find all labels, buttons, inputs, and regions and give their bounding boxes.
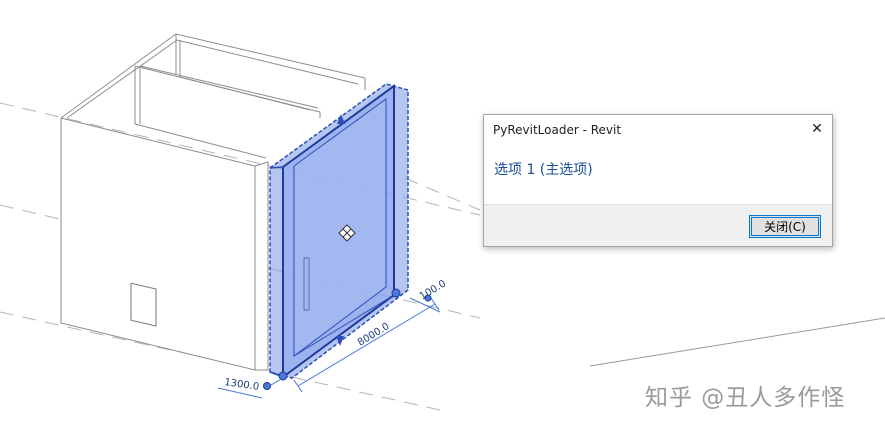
close-icon[interactable]: ✕ [806,118,828,140]
task-dialog: PyRevitLoader - Revit ✕ 选项 1 (主选项) 关闭(C) [483,114,833,247]
dialog-message: 选项 1 (主选项) [494,162,593,178]
wall-end-grip[interactable] [391,288,401,298]
building-window [130,282,157,327]
watermark: 知乎 @丑人多作怪 [645,385,846,411]
building-right-face [254,161,269,371]
dimension-label-small[interactable]: 100.0 [418,278,448,302]
dialog-footer: 关闭(C) [484,204,832,246]
close-button[interactable]: 关闭(C) [749,215,821,238]
selected-wall[interactable] [269,83,409,381]
wall-start-grip[interactable] [278,371,288,381]
reference-line-solid [589,317,885,367]
dialog-title: PyRevitLoader - Revit [493,123,622,137]
